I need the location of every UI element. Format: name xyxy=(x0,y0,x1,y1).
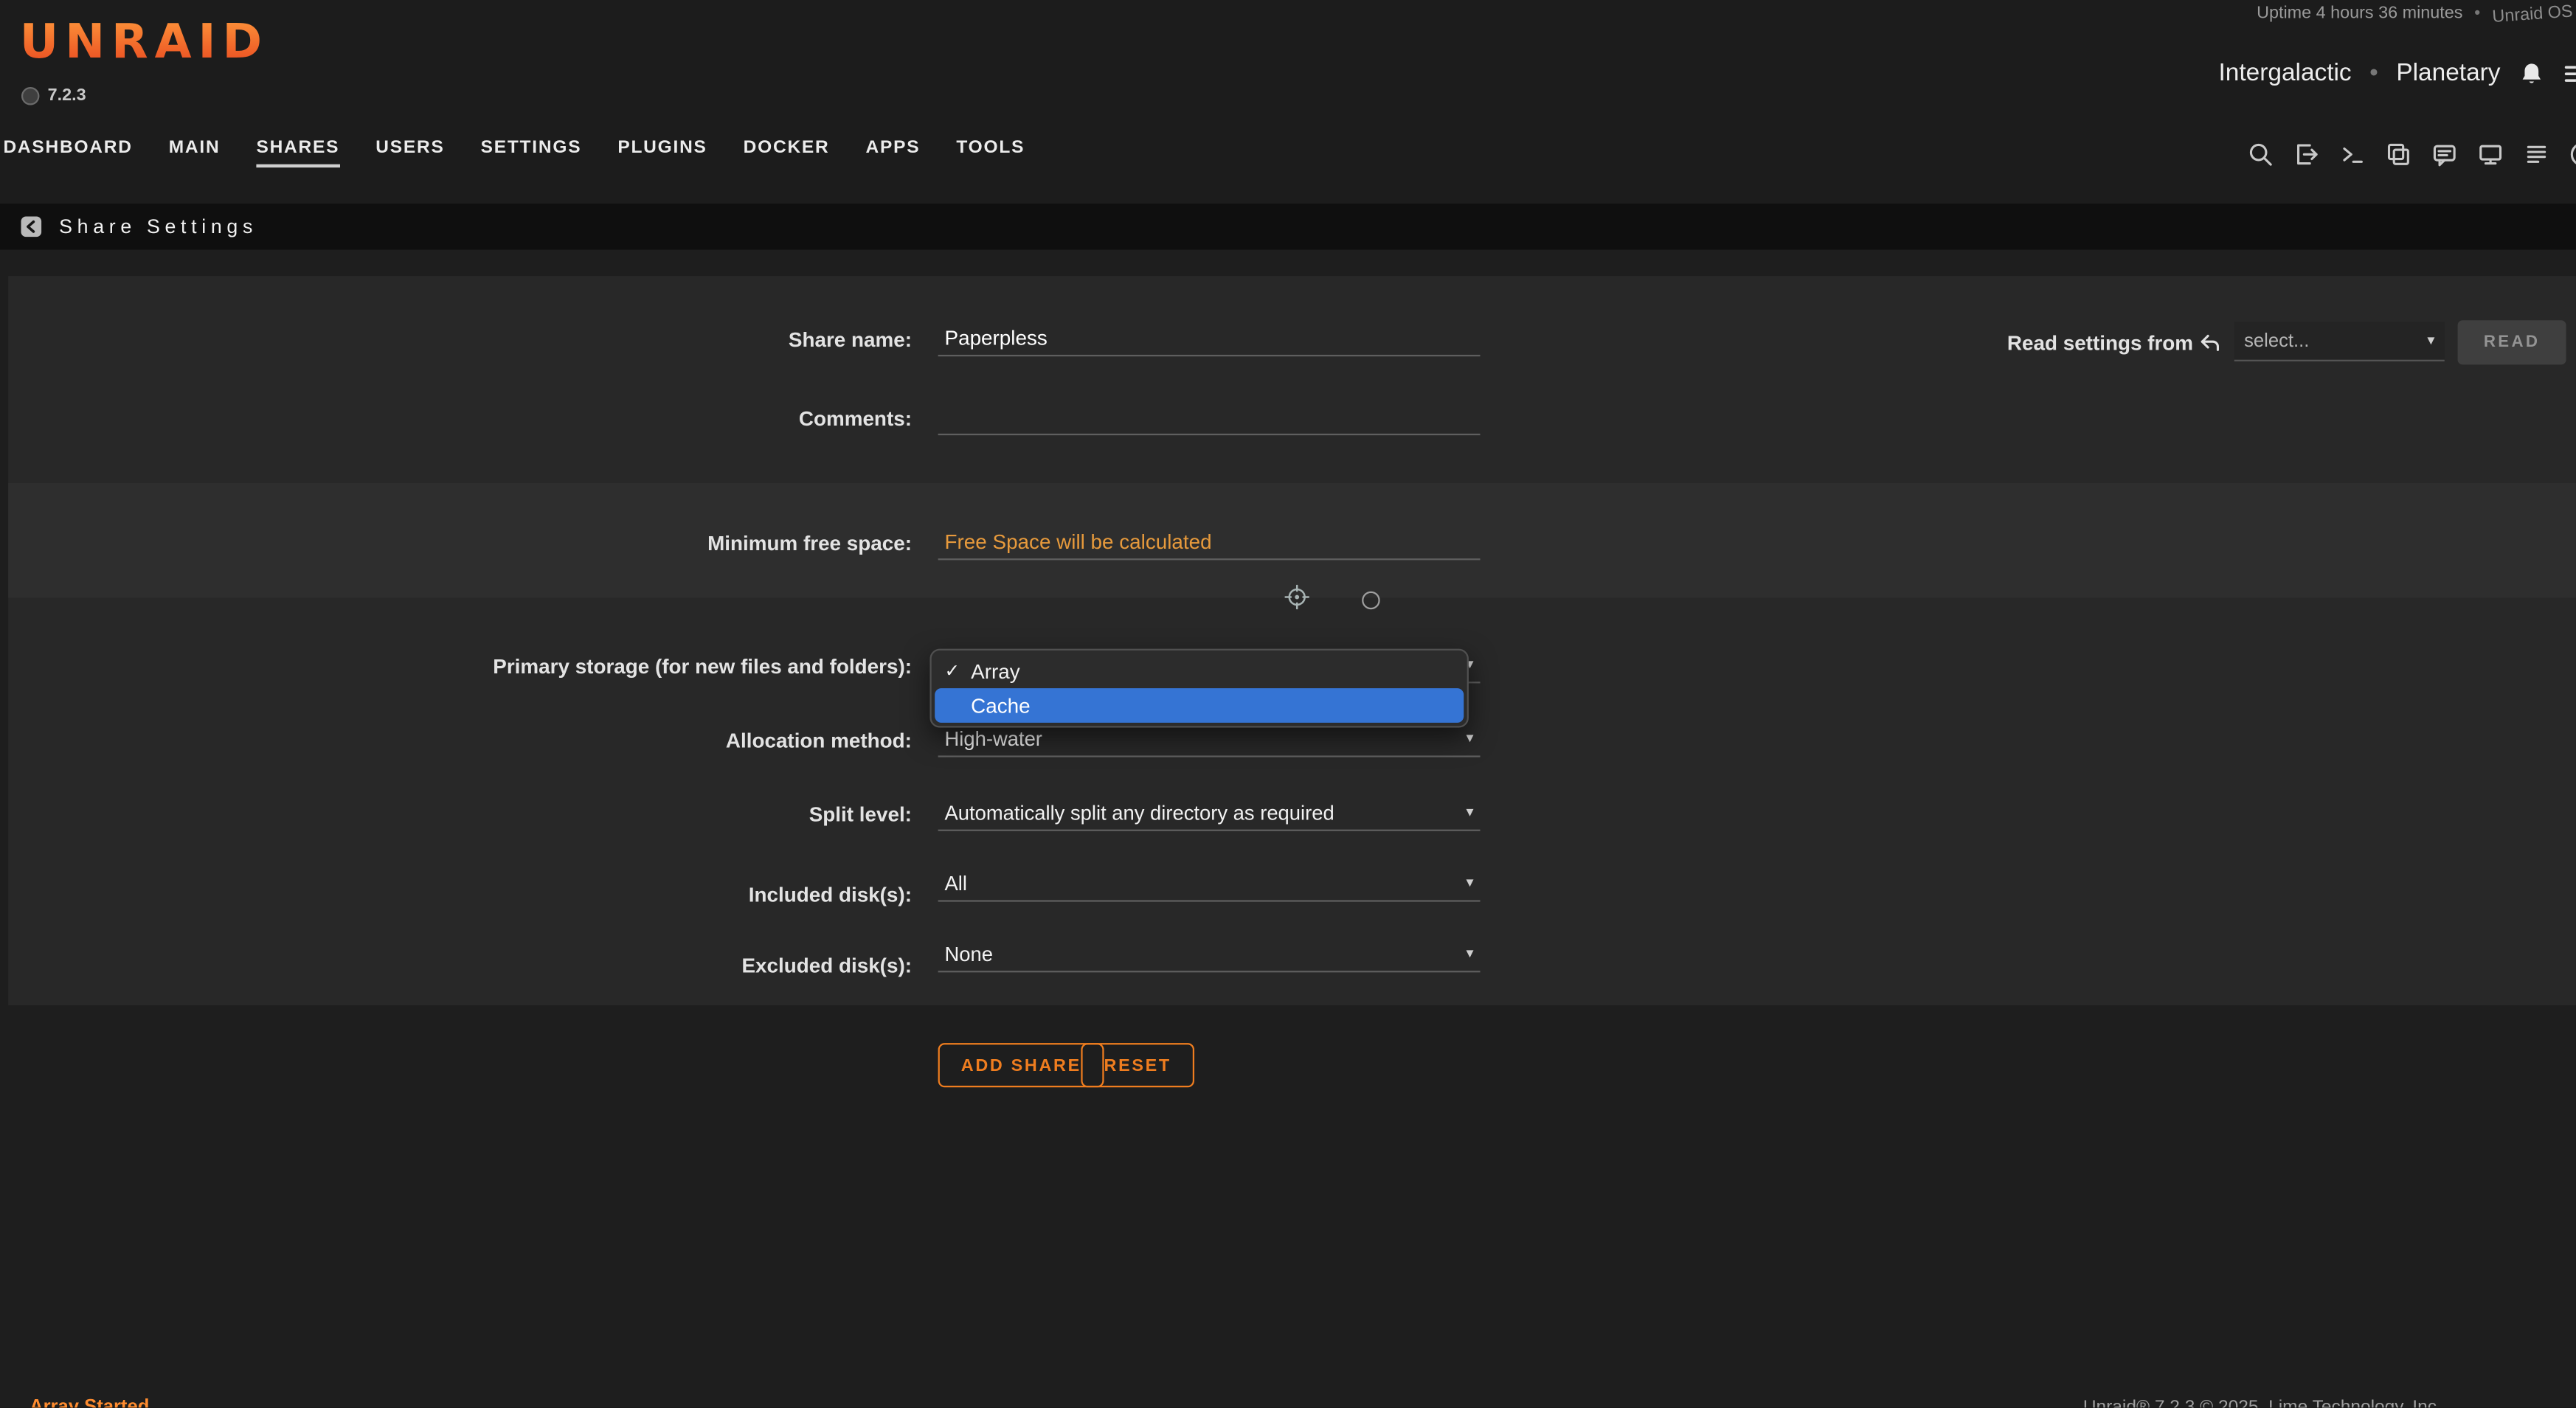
min-free-space-label: Minimum free space: xyxy=(328,533,912,555)
nav-item-settings[interactable]: SETTINGS xyxy=(481,138,582,164)
nav-item-main[interactable]: MAIN xyxy=(169,138,221,164)
version-badge: 7.2.3 xyxy=(21,86,86,105)
page-title: Share Settings xyxy=(59,215,257,238)
crosshair-cursor xyxy=(1285,585,1309,609)
chevron-down-icon: ▾ xyxy=(2427,332,2434,350)
array-status-link[interactable]: Array Started xyxy=(30,1398,149,1407)
bell-icon[interactable] xyxy=(2518,60,2545,86)
included-disks-select[interactable]: All ▾ xyxy=(938,866,1481,902)
circle-marker xyxy=(1362,592,1379,609)
dropdown-option-label: Cache xyxy=(971,694,1030,717)
primary-storage-label: Primary storage (for new files and folde… xyxy=(328,656,912,679)
logout-icon[interactable] xyxy=(2293,142,2320,168)
reply-arrow-icon xyxy=(2198,332,2221,355)
nav-item-shares[interactable]: SHARES xyxy=(256,138,339,167)
allocation-method-label: Allocation method: xyxy=(328,729,912,752)
primary-storage-dropdown: ✓ Array Cache xyxy=(929,649,1468,728)
nav-item-apps[interactable]: APPS xyxy=(866,138,921,164)
uptime-bullet: • xyxy=(2474,3,2480,23)
chevron-down-icon: ▾ xyxy=(1467,729,1474,747)
share-name-input[interactable] xyxy=(938,320,1481,356)
version-label: 7.2.3 xyxy=(48,86,86,105)
nav-item-plugins[interactable]: PLUGINS xyxy=(617,138,707,164)
included-disks-value: All xyxy=(945,871,967,894)
allocation-method-value: High-water xyxy=(945,726,1042,749)
chevron-down-icon: ▾ xyxy=(1467,945,1474,963)
main-nav: DASHBOARD MAIN SHARES USERS SETTINGS PLU… xyxy=(3,138,1025,167)
status-dot-icon xyxy=(21,86,39,104)
read-settings-select[interactable]: select... ▾ xyxy=(2234,322,2445,361)
page-title-bar: Share Settings xyxy=(0,204,2576,249)
nav-item-users[interactable]: USERS xyxy=(375,138,444,164)
reset-button[interactable]: RESET xyxy=(1081,1043,1194,1087)
dropdown-option-label: Array xyxy=(971,659,1020,682)
read-button[interactable]: READ xyxy=(2458,320,2566,364)
nav-item-docker[interactable]: DOCKER xyxy=(744,138,830,164)
theme-icon[interactable] xyxy=(2569,142,2576,168)
server-description: Planetary xyxy=(2396,59,2500,87)
log-icon[interactable] xyxy=(2524,142,2550,168)
feedback-icon[interactable] xyxy=(2431,142,2458,168)
checkmark-icon: ✓ xyxy=(945,660,961,682)
uptime-row: Uptime 4 hours 36 minutes • Unraid OS St… xyxy=(2257,3,2576,23)
min-free-space-input[interactable] xyxy=(938,524,1481,560)
form-section-identity xyxy=(8,276,2576,483)
back-icon[interactable] xyxy=(20,215,43,238)
add-share-button[interactable]: ADD SHARE xyxy=(938,1043,1104,1087)
chevron-down-icon: ▾ xyxy=(1467,874,1474,892)
copy-icon[interactable] xyxy=(2386,142,2412,168)
os-ribbon-text: Unraid OS Stor xyxy=(2491,0,2576,27)
read-settings-select-value: select... xyxy=(2244,331,2309,351)
unraid-logo: UNRAID xyxy=(20,13,269,69)
display-icon[interactable] xyxy=(2477,142,2504,168)
excluded-disks-select[interactable]: None ▾ xyxy=(938,936,1481,972)
menu-icon[interactable] xyxy=(2563,60,2576,86)
server-bullet: • xyxy=(2369,59,2378,87)
terminal-icon[interactable] xyxy=(2339,142,2366,168)
toolbar-icons xyxy=(2248,142,2576,168)
excluded-disks-label: Excluded disk(s): xyxy=(328,954,912,977)
share-name-label: Share name: xyxy=(328,328,912,351)
server-name: Intergalactic xyxy=(2219,59,2352,87)
nav-item-tools[interactable]: TOOLS xyxy=(956,138,1025,164)
dropdown-option-cache[interactable]: Cache xyxy=(935,688,1464,723)
nav-item-dashboard[interactable]: DASHBOARD xyxy=(3,138,132,164)
split-level-label: Split level: xyxy=(328,803,912,826)
split-level-select[interactable]: Automatically split any directory as req… xyxy=(938,795,1481,831)
chevron-down-icon: ▾ xyxy=(1467,803,1474,821)
search-icon[interactable] xyxy=(2248,142,2274,168)
split-level-value: Automatically split any directory as req… xyxy=(945,801,1334,824)
included-disks-label: Included disk(s): xyxy=(328,884,912,906)
comments-label: Comments: xyxy=(328,407,912,430)
dropdown-option-array[interactable]: ✓ Array xyxy=(935,653,1464,688)
read-settings-label: Read settings from xyxy=(1939,332,2193,355)
server-identity-row: Intergalactic • Planetary xyxy=(2219,59,2576,87)
uptime-text: Uptime 4 hours 36 minutes xyxy=(2257,3,2462,23)
unraid-share-settings-page: UNRAID 7.2.3 Uptime 4 hours 36 minutes •… xyxy=(0,0,2576,1408)
footer-copyright: Unraid® 7.2.3 © 2025, Lime Technology, I… xyxy=(2083,1398,2442,1407)
comments-input[interactable] xyxy=(938,399,1481,435)
excluded-disks-value: None xyxy=(945,942,993,965)
